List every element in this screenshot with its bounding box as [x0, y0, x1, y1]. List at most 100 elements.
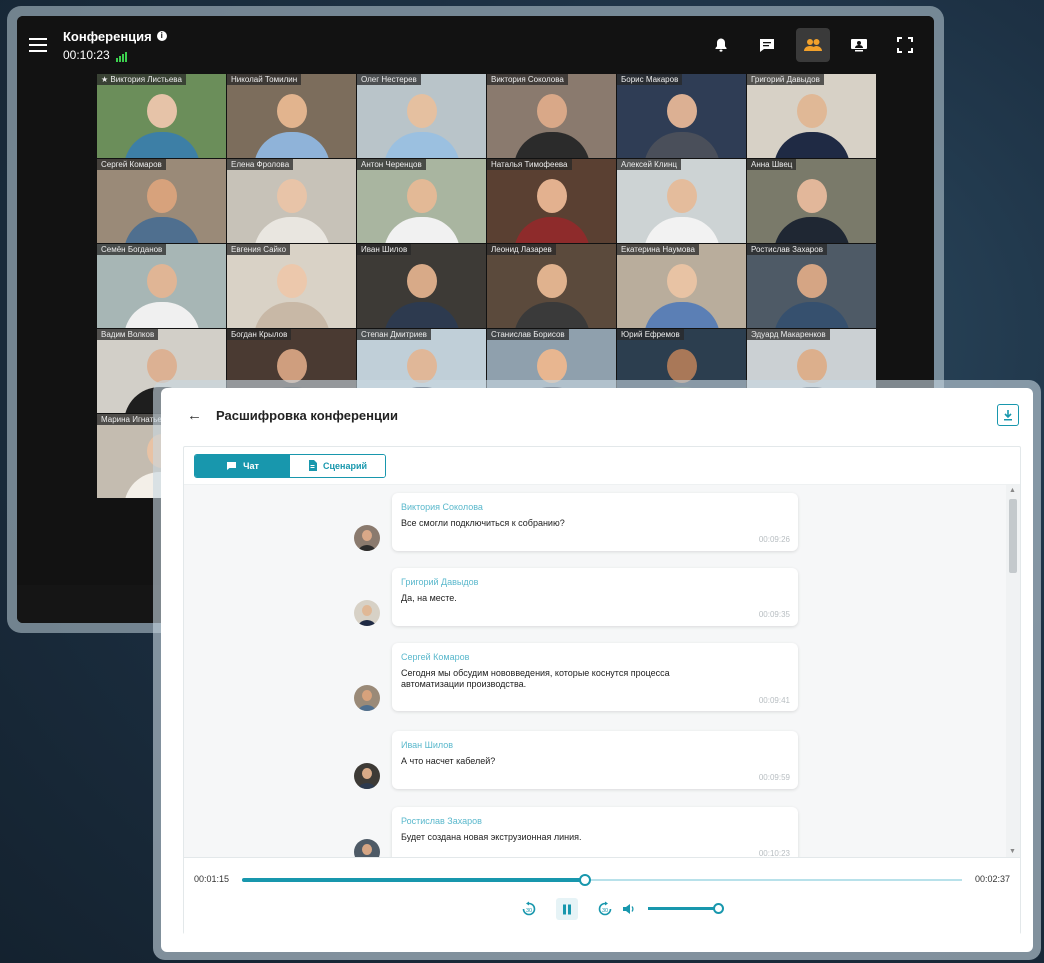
notifications-button[interactable] — [704, 28, 738, 62]
audio-player: 00:01:15 00:02:37 30 30 — [184, 857, 1020, 935]
participant-tile[interactable]: Николай Томилин — [227, 74, 356, 158]
participant-video — [643, 217, 720, 243]
participant-face — [146, 264, 177, 298]
participants-button[interactable] — [796, 28, 830, 62]
avatar — [354, 600, 380, 626]
volume-control — [622, 898, 724, 920]
chat-scrollbar[interactable]: ▲ ▼ — [1006, 485, 1020, 857]
participant-tile[interactable]: Семён Богданов — [97, 244, 226, 328]
forward-icon: 30 — [598, 901, 612, 916]
scroll-thumb[interactable] — [1009, 499, 1017, 573]
participant-name: Станислав Борисов — [487, 329, 569, 340]
avatar — [354, 763, 380, 789]
participant-face — [536, 179, 567, 213]
chat-messages[interactable]: Виктория Соколова Все смогли подключиться… — [184, 485, 1006, 857]
participant-video — [773, 217, 850, 243]
tab-script[interactable]: Сценарий — [290, 454, 385, 477]
message-bubble: Григорий Давыдов Да, на месте. 00:09:35 — [392, 568, 798, 626]
participant-tile[interactable]: Алексей Клинц — [617, 159, 746, 243]
progress-thumb[interactable] — [579, 874, 592, 886]
view-switch: Чат Сценарий — [194, 453, 386, 478]
message-text: Будет создана новая экструзионная линия. — [401, 832, 582, 842]
message-bubble: Сергей Комаров Сегодня мы обсудим нововве… — [392, 643, 798, 711]
participant-face — [666, 179, 697, 213]
playback-controls: 30 30 — [518, 898, 616, 920]
participant-video — [773, 302, 850, 328]
participant-name: Олег Нестерев — [357, 74, 421, 85]
participant-name: Антон Черенцов — [357, 159, 426, 170]
screen-share-icon — [851, 39, 867, 52]
participant-tile[interactable]: Наталья Тимофеева — [487, 159, 616, 243]
message-time: 00:09:35 — [758, 610, 790, 619]
screen-share-button[interactable] — [842, 28, 876, 62]
participant-face — [666, 349, 697, 383]
forward-button[interactable]: 30 — [594, 898, 616, 920]
participant-tile[interactable]: Борис Макаров — [617, 74, 746, 158]
participant-video — [123, 132, 200, 158]
participant-video — [773, 132, 850, 158]
participant-face — [146, 179, 177, 213]
participant-tile[interactable]: Антон Черенцов — [357, 159, 486, 243]
back-arrow-icon[interactable]: ← — [187, 407, 202, 424]
participant-tile[interactable]: Сергей Комаров — [97, 159, 226, 243]
participant-tile[interactable]: Ростислав Захаров — [747, 244, 876, 328]
progress-slider[interactable] — [242, 874, 962, 886]
participant-face — [666, 94, 697, 128]
avatar — [354, 839, 380, 857]
participant-video — [253, 217, 330, 243]
pause-button[interactable] — [556, 898, 578, 920]
fullscreen-button[interactable] — [888, 28, 922, 62]
scroll-down-icon[interactable]: ▼ — [1009, 848, 1016, 855]
volume-icon[interactable] — [622, 903, 636, 915]
participant-face — [276, 179, 307, 213]
download-button[interactable] — [997, 404, 1019, 426]
participant-name: Борис Макаров — [617, 74, 683, 85]
participant-tile[interactable]: Евгения Сайко — [227, 244, 356, 328]
message-time: 00:09:59 — [758, 773, 790, 782]
progress-fill — [242, 878, 586, 882]
participant-tile[interactable]: Анна Швец — [747, 159, 876, 243]
participant-tile[interactable]: Олег Нестерев — [357, 74, 486, 158]
participant-name: Екатерина Наумова — [617, 244, 699, 255]
participant-face — [406, 264, 437, 298]
participant-face — [796, 349, 827, 383]
participant-video — [383, 132, 460, 158]
chat-button[interactable] — [750, 28, 784, 62]
message-text: Все смогли подключиться к собранию? — [401, 518, 565, 528]
chat-message: Сергей Комаров Сегодня мы обсудим нововве… — [354, 643, 798, 711]
participant-video — [513, 132, 590, 158]
participant-tile[interactable]: Иван Шилов — [357, 244, 486, 328]
message-text: Сегодня мы обсудим нововведения, которые… — [401, 668, 670, 689]
document-icon — [308, 460, 317, 471]
participant-tile[interactable]: Екатерина Наумова — [617, 244, 746, 328]
menu-icon[interactable] — [29, 38, 47, 52]
participant-face — [276, 264, 307, 298]
participant-tile[interactable]: Елена Фролова — [227, 159, 356, 243]
participant-tile[interactable]: Леонид Лазарев — [487, 244, 616, 328]
participant-name: Наталья Тимофеева — [487, 159, 572, 170]
participant-tile[interactable]: Григорий Давыдов — [747, 74, 876, 158]
volume-slider[interactable] — [648, 903, 724, 914]
chat-message: Иван Шилов А что насчет кабелей? 00:09:59 — [354, 731, 798, 789]
participant-face — [796, 179, 827, 213]
tab-chat[interactable]: Чат — [195, 454, 290, 477]
transcript-panel-frame: ← Расшифровка конференции Чат Сценарий В… — [153, 380, 1041, 960]
participant-face — [666, 264, 697, 298]
participant-video — [383, 302, 460, 328]
message-bubble: Ростислав Захаров Будет создана новая экс… — [392, 807, 798, 857]
message-author: Виктория Соколова — [401, 502, 483, 512]
avatar — [354, 525, 380, 551]
volume-thumb[interactable] — [713, 903, 724, 914]
message-author: Иван Шилов — [401, 740, 454, 750]
participant-tile[interactable]: ★ Виктория Листьева — [97, 74, 226, 158]
participant-face — [536, 264, 567, 298]
volume-fill — [648, 907, 718, 910]
chat-message: Григорий Давыдов Да, на месте. 00:09:35 — [354, 568, 798, 626]
message-text: Да, на месте. — [401, 593, 457, 603]
participant-name: Богдан Крылов — [227, 329, 292, 340]
svg-text:30: 30 — [526, 908, 532, 914]
participant-tile[interactable]: Виктория Соколова — [487, 74, 616, 158]
rewind-button[interactable]: 30 — [518, 898, 540, 920]
info-icon[interactable]: i — [156, 31, 167, 41]
scroll-up-icon[interactable]: ▲ — [1009, 487, 1016, 494]
